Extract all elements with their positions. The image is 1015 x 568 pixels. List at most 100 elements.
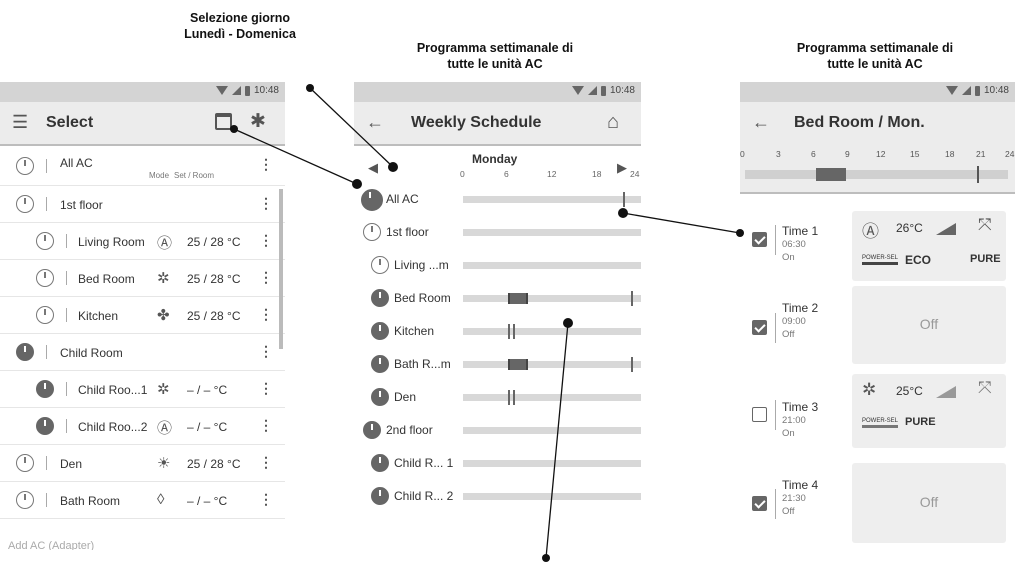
schedule-row[interactable]: Den xyxy=(354,380,641,413)
power-icon[interactable] xyxy=(363,421,381,439)
power-icon[interactable] xyxy=(371,487,389,505)
setting-card[interactable]: Off xyxy=(852,286,1006,364)
power-icon[interactable] xyxy=(16,454,34,472)
divider xyxy=(46,159,47,173)
schedule-bar[interactable] xyxy=(463,192,641,207)
schedule-entry[interactable]: Time 2 09:00 Off Off xyxy=(740,286,1015,374)
home-icon[interactable]: ⌂ xyxy=(607,111,619,134)
list-item[interactable]: Bath Room ◊ – / – °C ⋮ xyxy=(0,482,285,519)
select-screen: 10:48 ☰ Select ✱ All AC Mode Set / Room … xyxy=(0,82,285,550)
schedule-bar[interactable] xyxy=(463,262,641,269)
power-icon[interactable] xyxy=(36,269,54,287)
list-item[interactable]: Child Room ⋮ xyxy=(0,334,285,371)
back-arrow-icon[interactable]: ← xyxy=(366,112,384,133)
schedule-row[interactable]: 2nd floor xyxy=(354,413,641,446)
power-icon[interactable] xyxy=(16,343,34,361)
more-icon[interactable]: ⋮ xyxy=(259,343,273,360)
list-item[interactable]: Child Roo...1 ✲ – / – °C ⋮ xyxy=(0,371,285,408)
tick-label: 21 xyxy=(976,149,986,159)
divider xyxy=(46,456,47,470)
more-icon[interactable]: ⋮ xyxy=(259,417,273,434)
schedule-bar[interactable] xyxy=(463,291,641,306)
power-icon[interactable] xyxy=(36,306,54,324)
schedule-bar[interactable] xyxy=(463,324,641,339)
schedule-bar[interactable] xyxy=(463,493,641,500)
back-arrow-icon[interactable]: ← xyxy=(752,112,770,133)
power-icon[interactable] xyxy=(363,223,381,241)
battery-icon xyxy=(244,85,250,96)
fan-mode-icon: ✤ xyxy=(157,307,170,324)
list-item[interactable]: Den ☀ 25 / 28 °C ⋮ xyxy=(0,445,285,482)
power-icon[interactable] xyxy=(371,355,389,373)
schedule-bar[interactable] xyxy=(463,390,641,405)
enable-checkbox[interactable] xyxy=(752,407,767,422)
auto-mode-icon: Ⓐ xyxy=(157,235,173,252)
page-title: Weekly Schedule xyxy=(411,114,542,131)
list-item[interactable]: Living Room Ⓐ 25 / 28 °C ⋮ xyxy=(0,223,285,260)
schedule-entry[interactable]: Time 1 06:30 On Ⓐ 26°C ⤧ POWER-SEL ECO P… xyxy=(740,208,1015,286)
list-item[interactable]: 1st floor ⋮ xyxy=(0,186,285,223)
schedule-bar[interactable] xyxy=(463,460,641,467)
schedule-row[interactable]: Living ...m xyxy=(354,248,641,281)
next-day-icon[interactable]: ▶ xyxy=(617,160,627,176)
power-icon[interactable] xyxy=(16,157,34,175)
power-icon[interactable] xyxy=(371,454,389,472)
schedule-bar[interactable] xyxy=(463,229,641,236)
scrollbar[interactable] xyxy=(279,189,283,349)
power-icon[interactable] xyxy=(371,289,389,307)
prev-day-icon[interactable]: ◀ xyxy=(368,160,378,176)
schedule-marker xyxy=(977,166,979,183)
power-icon[interactable] xyxy=(36,417,54,435)
schedule-row[interactable]: Bath R...m xyxy=(354,347,641,380)
power-icon[interactable] xyxy=(16,195,34,213)
power-icon[interactable] xyxy=(371,388,389,406)
menu-icon[interactable]: ☰ xyxy=(12,112,28,133)
more-icon[interactable]: ⋮ xyxy=(259,156,273,173)
schedule-row[interactable]: Child R... 1 xyxy=(354,446,641,479)
set-room-header: Set / Room xyxy=(174,171,215,180)
schedule-entry[interactable]: Time 4 21:30 Off Off xyxy=(740,458,1015,550)
setting-card[interactable]: ✲ 25°C ⤧ POWER-SEL PURE xyxy=(852,374,1006,448)
power-icon[interactable] xyxy=(16,491,34,509)
list-item[interactable]: Kitchen ✤ 25 / 28 °C ⋮ xyxy=(0,297,285,334)
wifi-icon xyxy=(215,86,228,95)
tick-label: 24 xyxy=(1005,149,1015,159)
calendar-icon[interactable] xyxy=(215,113,232,130)
power-icon[interactable] xyxy=(371,256,389,274)
power-icon[interactable] xyxy=(361,189,383,211)
gear-icon[interactable]: ✱ xyxy=(250,110,266,133)
more-icon[interactable]: ⋮ xyxy=(259,380,273,397)
schedule-row[interactable]: Bed Room xyxy=(354,281,641,314)
annotation-weekly-all-center: Programma settimanale di tutte le unità … xyxy=(380,40,610,72)
power-icon[interactable] xyxy=(371,322,389,340)
setting-card[interactable]: Ⓐ 26°C ⤧ POWER-SEL ECO PURE xyxy=(852,211,1006,281)
more-icon[interactable]: ⋮ xyxy=(259,195,273,212)
schedule-row[interactable]: Child R... 2 xyxy=(354,479,641,512)
more-icon[interactable]: ⋮ xyxy=(259,306,273,323)
day-bar[interactable] xyxy=(745,166,1008,183)
list-item[interactable]: Child Roo...2 Ⓐ – / – °C ⋮ xyxy=(0,408,285,445)
status-bar: 10:48 xyxy=(0,82,285,102)
enable-checkbox[interactable] xyxy=(752,320,767,335)
more-icon[interactable]: ⋮ xyxy=(259,454,273,471)
schedule-bar[interactable] xyxy=(463,357,641,372)
schedule-entry[interactable]: Time 3 21:00 On ✲ 25°C ⤧ POWER-SEL PURE xyxy=(740,374,1015,458)
enable-checkbox[interactable] xyxy=(752,232,767,247)
list-item-all-ac[interactable]: All AC Mode Set / Room ⋮ xyxy=(0,146,285,186)
schedule-row[interactable]: 1st floor xyxy=(354,215,641,248)
set-room-value: 25 / 28 °C xyxy=(187,309,241,323)
more-icon[interactable]: ⋮ xyxy=(259,232,273,249)
enable-checkbox[interactable] xyxy=(752,496,767,511)
add-ac-link[interactable]: Add AC (Adapter) xyxy=(8,540,94,550)
schedule-row[interactable]: All AC xyxy=(354,182,641,215)
list-item[interactable]: Bed Room ✲ 25 / 28 °C ⋮ xyxy=(0,260,285,297)
schedule-row[interactable]: Kitchen xyxy=(354,314,641,347)
power-icon[interactable] xyxy=(36,232,54,250)
setting-card[interactable]: Off xyxy=(852,463,1006,543)
power-icon[interactable] xyxy=(36,380,54,398)
more-icon[interactable]: ⋮ xyxy=(259,491,273,508)
more-icon[interactable]: ⋮ xyxy=(259,269,273,286)
time-label: Time 1 06:30 On xyxy=(782,225,818,264)
schedule-marker xyxy=(513,324,515,339)
schedule-bar[interactable] xyxy=(463,427,641,434)
